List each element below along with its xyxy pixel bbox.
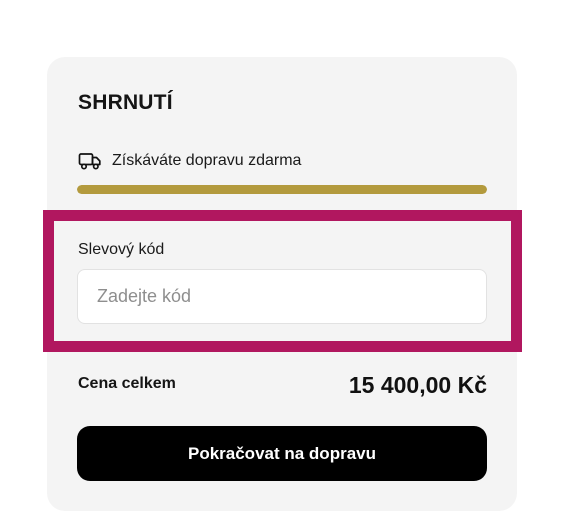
total-price-label: Cena celkem <box>78 375 176 392</box>
free-shipping-progress-fill <box>77 185 487 194</box>
free-shipping-progress-bar <box>77 185 487 194</box>
discount-code-input[interactable] <box>77 269 487 324</box>
continue-to-shipping-button[interactable]: Pokračovat na dopravu <box>77 426 487 481</box>
summary-title: SHRNUTÍ <box>78 91 173 114</box>
truck-icon <box>78 151 102 171</box>
free-shipping-text: Získáváte dopravu zdarma <box>112 152 302 169</box>
discount-code-label: Slevový kód <box>78 241 165 258</box>
free-shipping-notice: Získáváte dopravu zdarma <box>78 150 301 172</box>
total-price-value: 15 400,00 Kč <box>348 372 487 398</box>
